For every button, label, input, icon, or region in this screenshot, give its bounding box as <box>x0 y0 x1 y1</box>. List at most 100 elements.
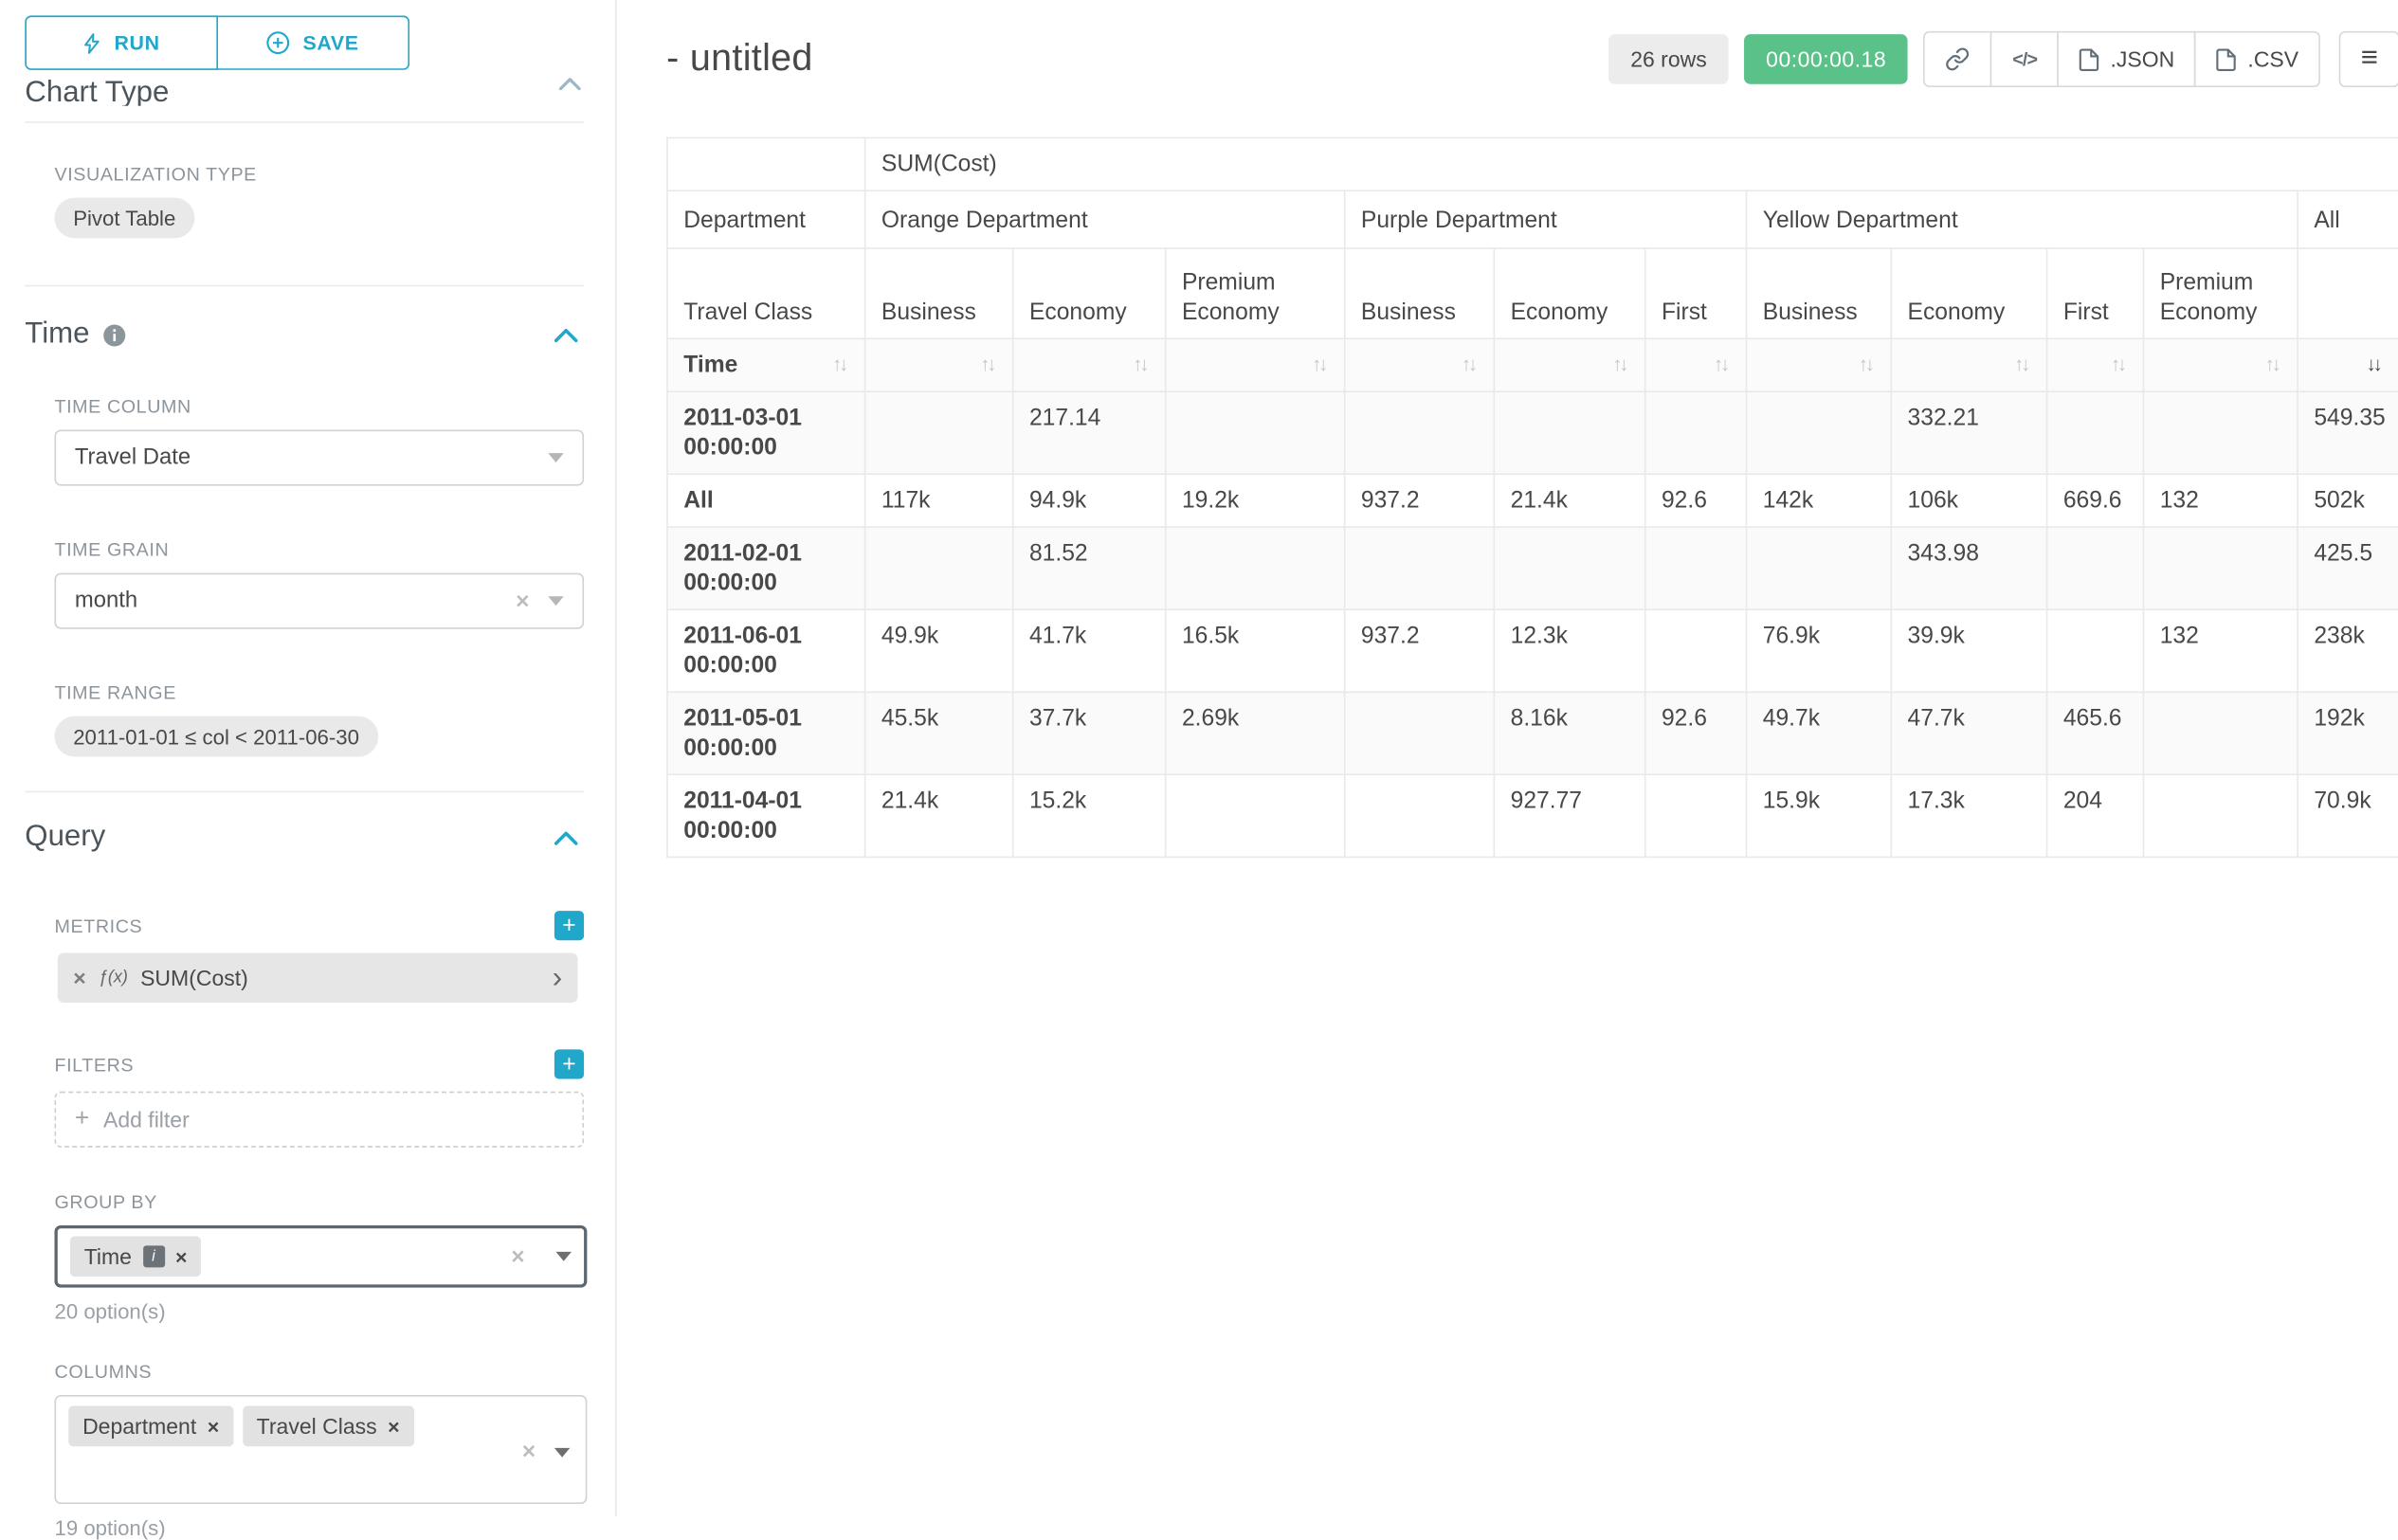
sort-icon[interactable]: ↑↓ <box>1612 351 1628 380</box>
clear-icon[interactable]: × <box>516 589 529 613</box>
sort-icon[interactable]: ↑↓ <box>1133 351 1149 380</box>
pivot-cell <box>1494 527 1644 609</box>
time-grain-select[interactable]: month × <box>55 573 585 629</box>
add-metric-button[interactable]: + <box>554 911 584 940</box>
chevron-up-icon <box>559 75 581 95</box>
pivot-cell <box>1345 692 1495 774</box>
pivot-table-container: SUM(Cost) Department Orange DepartmentPu… <box>666 137 2398 859</box>
export-json-button[interactable]: .JSON <box>2058 31 2197 87</box>
travel-class-header: Economy <box>1494 248 1644 338</box>
divider <box>25 285 584 287</box>
sort-icon[interactable]: ↑↓ <box>1462 351 1478 380</box>
remove-metric-icon[interactable]: × <box>73 967 85 988</box>
chevron-right-icon[interactable]: › <box>553 963 562 992</box>
remove-tag-icon[interactable]: × <box>175 1246 187 1266</box>
time-column-label: TIME COLUMN <box>55 395 585 417</box>
plus-icon: + <box>75 1107 89 1132</box>
link-icon <box>1946 46 1971 71</box>
group-by-tag-label: Time <box>84 1244 132 1269</box>
metric-header-row: SUM(Cost) <box>667 137 2398 190</box>
group-by-tag[interactable]: Time i × <box>70 1236 201 1277</box>
pivot-cell: 19.2k <box>1166 474 1345 527</box>
pivot-cell: 217.14 <box>1013 391 1166 474</box>
chart-type-section-header[interactable]: Chart Type <box>25 75 584 106</box>
time-range-pill[interactable]: 2011-01-01 ≤ col < 2011-06-30 <box>55 716 378 757</box>
travel-class-header: First <box>2047 248 2144 338</box>
pivot-row: All117k94.9k19.2k937.221.4k92.6142k106k6… <box>667 474 2398 527</box>
embed-code-button[interactable]: </> <box>1990 31 2059 87</box>
time-column-select[interactable]: Travel Date <box>55 429 585 485</box>
columns-tag[interactable]: Travel Class × <box>243 1406 414 1447</box>
remove-tag-icon[interactable]: × <box>208 1416 219 1436</box>
group-by-label: GROUP BY <box>55 1191 585 1213</box>
pivot-row: 2011-05-01 00:00:0045.5k37.7k2.69k8.16k9… <box>667 692 2398 774</box>
add-filter-button[interactable]: + Add filter <box>55 1092 585 1148</box>
time-section-header[interactable]: Time <box>25 317 584 352</box>
sort-icon[interactable]: ↑↓ <box>2265 351 2281 380</box>
sort-desc-icon[interactable]: ↓↓ <box>2367 351 2383 380</box>
columns-select[interactable]: Department × Travel Class × × <box>55 1395 588 1504</box>
pivot-cell: 15.2k <box>1013 774 1166 857</box>
group-by-select[interactable]: Time i × × <box>55 1225 588 1288</box>
chart-header: - untitled 26 rows 00:00:00.18 </> <box>666 31 2398 87</box>
time-grain-value: month <box>75 589 137 613</box>
pivot-cell: 332.21 <box>1891 391 2046 474</box>
department-header-row: Department Orange DepartmentPurple Depar… <box>667 190 2398 248</box>
viz-type-pill[interactable]: Pivot Table <box>55 198 195 239</box>
pivot-cell <box>1645 527 1747 609</box>
pivot-cell <box>2143 774 2298 857</box>
add-filter-plus-button[interactable]: + <box>554 1049 584 1078</box>
share-link-button[interactable] <box>1924 31 1992 87</box>
time-column-value: Travel Date <box>75 445 191 470</box>
viz-type-label: VISUALIZATION TYPE <box>55 164 585 186</box>
sort-icon[interactable]: ↑↓ <box>1714 351 1730 380</box>
pivot-cell <box>865 527 1013 609</box>
clear-icon[interactable]: × <box>511 1244 524 1268</box>
travel-class-header: First <box>1645 248 1747 338</box>
save-button[interactable]: SAVE <box>218 15 409 70</box>
travel-class-header: Business <box>865 248 1013 338</box>
metric-item[interactable]: × ƒ(x) SUM(Cost) › <box>58 952 578 1003</box>
pivot-row: 2011-02-01 00:00:0081.52343.98425.5 <box>667 527 2398 609</box>
pivot-cell: 549.35 <box>2298 391 2398 474</box>
sort-icon[interactable]: ↑↓ <box>2111 351 2127 380</box>
pivot-cell: 238k <box>2298 609 2398 692</box>
remove-tag-icon[interactable]: × <box>388 1416 399 1436</box>
sort-cell: ↑↓ <box>2047 338 2144 391</box>
department-group-header: All <box>2298 190 2398 248</box>
query-heading: Query <box>25 821 105 855</box>
chevron-up-icon[interactable] <box>554 328 578 342</box>
pivot-cell: 465.6 <box>2047 692 2144 774</box>
time-range-row: 2011-01-01 ≤ col < 2011-06-30 <box>55 716 585 757</box>
travel-class-header: Economy <box>1013 248 1166 338</box>
columns-select-controls: × <box>522 1440 571 1464</box>
pivot-row: 2011-04-01 00:00:0021.4k15.2k927.7715.9k… <box>667 774 2398 857</box>
clear-icon[interactable]: × <box>522 1440 536 1464</box>
sort-cell: ↑↓ <box>865 338 1013 391</box>
row-header: All <box>667 474 865 527</box>
pivot-cell: 927.77 <box>1494 774 1644 857</box>
sort-icon[interactable]: ↑↓ <box>832 351 848 380</box>
pivot-cell <box>1166 527 1345 609</box>
metric-label: SUM(Cost) <box>140 966 248 990</box>
metric-header-cell: SUM(Cost) <box>865 137 2398 190</box>
sort-icon[interactable]: ↑↓ <box>2014 351 2030 380</box>
run-button[interactable]: RUN <box>25 15 218 70</box>
query-section-header[interactable]: Query <box>25 821 584 855</box>
export-csv-button[interactable]: .CSV <box>2195 31 2321 87</box>
export-json-label: .JSON <box>2110 46 2174 71</box>
sort-cell: ↑↓ <box>1891 338 2046 391</box>
pivot-cell: 142k <box>1747 474 1892 527</box>
sort-icon[interactable]: ↑↓ <box>1859 351 1875 380</box>
sort-icon[interactable]: ↑↓ <box>1312 351 1328 380</box>
columns-tag[interactable]: Department × <box>68 1406 233 1447</box>
sort-icon[interactable]: ↑↓ <box>980 351 996 380</box>
export-csv-label: .CSV <box>2247 46 2298 71</box>
sort-cell: ↑↓ <box>1494 338 1644 391</box>
filters-label: FILTERS <box>55 1053 135 1075</box>
chevron-up-icon[interactable] <box>554 830 578 844</box>
pivot-cell <box>1747 391 1892 474</box>
menu-button[interactable]: ≡ <box>2339 31 2398 87</box>
chart-type-heading: Chart Type <box>25 77 169 106</box>
pivot-cell: 41.7k <box>1013 609 1166 692</box>
